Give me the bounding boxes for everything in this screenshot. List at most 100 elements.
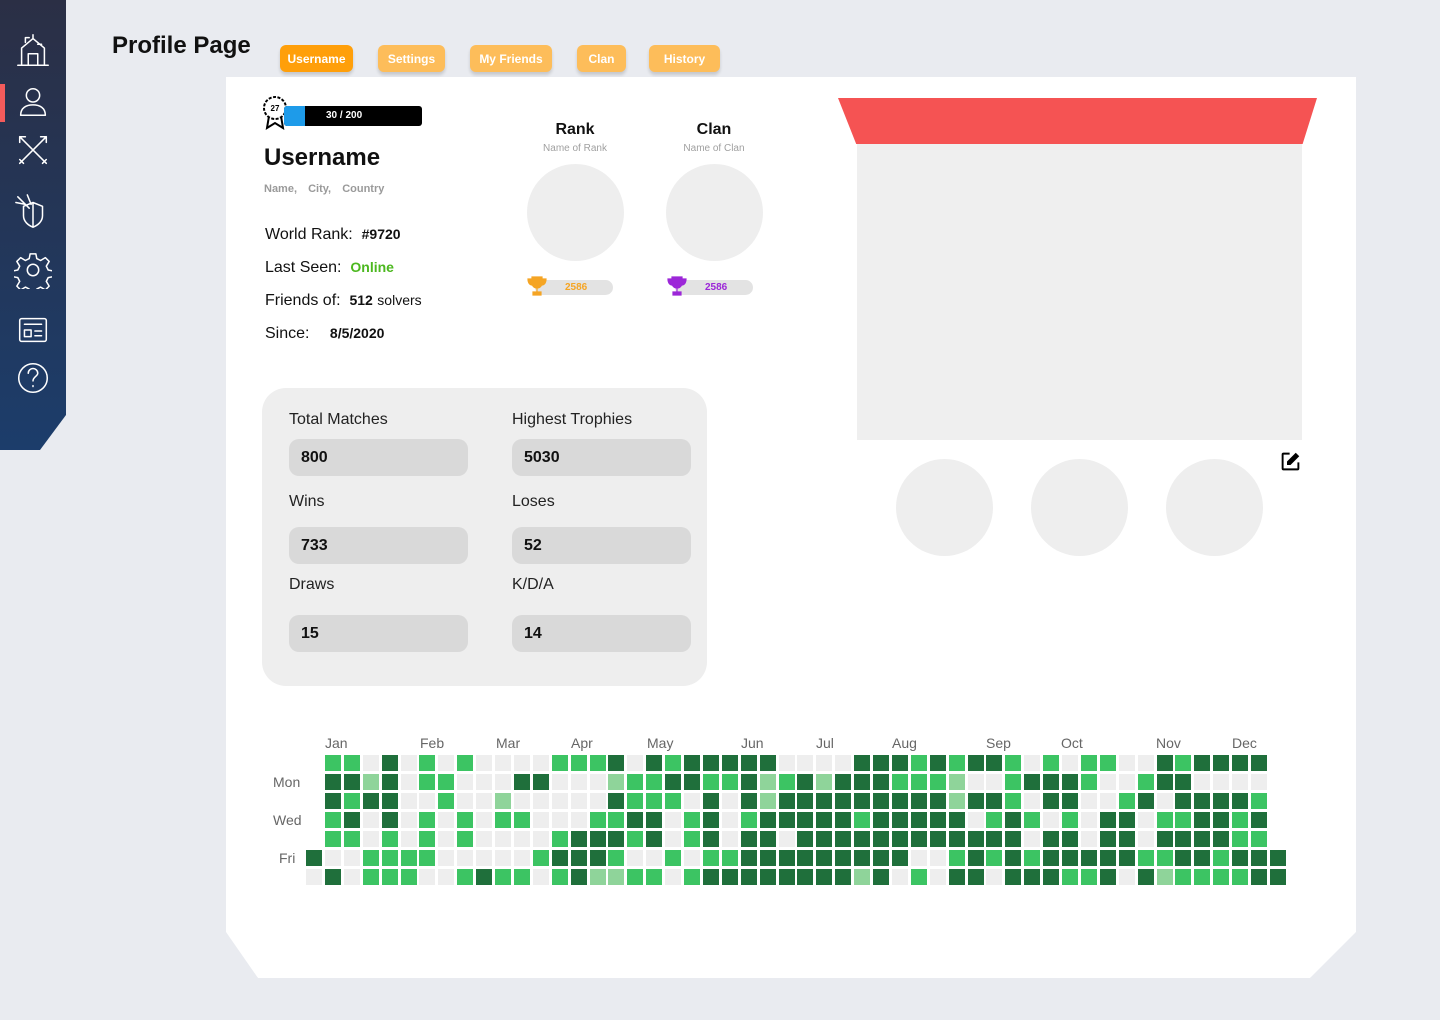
world-rank-row: World Rank: #9720 [265, 226, 401, 244]
activity-cell [1213, 850, 1230, 866]
activity-cell [419, 812, 436, 828]
activity-cell [967, 869, 984, 885]
activity-cell [551, 793, 568, 809]
activity-cell [797, 812, 814, 828]
activity-cell [1024, 774, 1041, 790]
activity-cell [778, 850, 795, 866]
activity-cell [702, 850, 719, 866]
activity-cell [702, 774, 719, 790]
activity-cell [929, 850, 946, 866]
badge-slot-1[interactable] [896, 459, 993, 556]
activity-cell [740, 793, 757, 809]
activity-cell [1156, 812, 1173, 828]
activity-cell [381, 793, 398, 809]
activity-cell [891, 869, 908, 885]
shield-arrows-icon[interactable] [11, 190, 55, 234]
activity-cell [1005, 850, 1022, 866]
activity-cell [1232, 831, 1249, 847]
gear-icon[interactable] [11, 248, 55, 292]
activity-cell [665, 755, 682, 771]
activity-cell [513, 812, 530, 828]
activity-cell [1137, 755, 1154, 771]
activity-cell [1251, 869, 1267, 885]
activity-cell [1099, 831, 1116, 847]
activity-cell [646, 774, 663, 790]
activity-cell [929, 793, 946, 809]
since-label: Since: [265, 325, 310, 342]
activity-cell [438, 793, 455, 809]
tab-username[interactable]: Username [280, 45, 353, 72]
activity-cell [854, 793, 871, 809]
badge-slot-3[interactable] [1166, 459, 1263, 556]
activity-cell [1156, 793, 1173, 809]
activity-cell [1137, 812, 1154, 828]
activity-cell [476, 774, 493, 790]
activity-cell [306, 850, 322, 866]
banner-image [857, 144, 1302, 440]
clan-trophies: 2586 [667, 276, 753, 296]
activity-cell [835, 850, 852, 866]
activity-cell [816, 755, 833, 771]
activity-cell [570, 869, 587, 885]
activity-cell [1080, 869, 1097, 885]
activity-cell [570, 831, 587, 847]
activity-cell [1099, 812, 1116, 828]
activity-cell [1137, 774, 1154, 790]
home-icon[interactable] [11, 28, 55, 72]
activity-cell [1232, 793, 1249, 809]
tab-history[interactable]: History [649, 45, 720, 72]
activity-cell [1213, 831, 1230, 847]
activity-cell [1043, 793, 1060, 809]
activity-cell [1005, 869, 1022, 885]
activity-cell [646, 869, 663, 885]
activity-cell [986, 850, 1003, 866]
activity-cell [532, 869, 549, 885]
activity-cell [684, 793, 700, 809]
activity-cell [1099, 869, 1116, 885]
activity-cell [1118, 793, 1135, 809]
activity-cell [324, 831, 341, 847]
xp-progress-bar: 30 / 200 [284, 106, 422, 126]
activity-cell [665, 793, 682, 809]
activity-cell [381, 869, 398, 885]
activity-cell [495, 793, 511, 809]
activity-cell [797, 755, 814, 771]
activity-cell [891, 774, 908, 790]
activity-cell [948, 850, 965, 866]
newspaper-icon[interactable] [11, 308, 55, 352]
activity-cell [1194, 831, 1211, 847]
activity-cell [1137, 869, 1154, 885]
activity-cell [1232, 812, 1249, 828]
activity-cell [589, 755, 606, 771]
activity-cell [1213, 755, 1230, 771]
user-icon[interactable] [11, 80, 55, 124]
activity-cell [797, 831, 814, 847]
activity-cell [759, 850, 776, 866]
activity-cell [1080, 812, 1097, 828]
activity-cell [513, 831, 530, 847]
crossed-swords-icon[interactable] [11, 128, 55, 172]
tab-my-friends[interactable]: My Friends [470, 45, 552, 72]
edit-icon[interactable] [1280, 451, 1301, 472]
activity-cell [551, 850, 568, 866]
activity-cell [740, 755, 757, 771]
activity-cell [1194, 774, 1211, 790]
activity-cell [551, 774, 568, 790]
help-icon[interactable] [11, 356, 55, 400]
badge-slot-2[interactable] [1031, 459, 1128, 556]
activity-cell [1043, 850, 1060, 866]
activity-cell [702, 812, 719, 828]
activity-cell [948, 831, 965, 847]
activity-cell [1251, 774, 1267, 790]
activity-cell [854, 812, 871, 828]
activity-cell [1024, 812, 1041, 828]
xp-progress-fill [284, 106, 305, 126]
rank-subtitle: Name of Rank [543, 143, 607, 154]
activity-cell [873, 812, 889, 828]
tab-settings[interactable]: Settings [378, 45, 445, 72]
last-seen-label: Last Seen: [265, 259, 342, 276]
activity-cell [532, 850, 549, 866]
activity-cell [362, 869, 379, 885]
activity-cell [873, 755, 889, 771]
tab-clan[interactable]: Clan [577, 45, 626, 72]
